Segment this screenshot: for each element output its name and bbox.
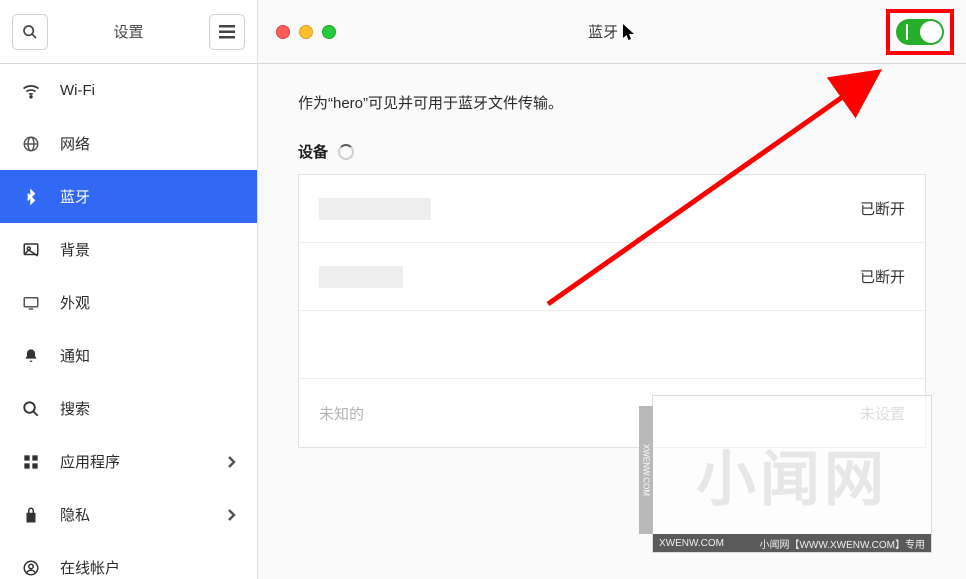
bluetooth-icon — [20, 186, 42, 208]
device-row[interactable]: 已断开 — [299, 175, 925, 243]
sidebar-item-applications[interactable]: 应用程序 — [0, 435, 257, 488]
devices-list: 已断开 已断开 未知的 未设置 — [298, 174, 926, 448]
chevron-right-icon — [227, 508, 237, 522]
device-row[interactable]: 已断开 — [299, 243, 925, 311]
sidebar-list: Wi-Fi 网络 蓝牙 背景 — [0, 64, 257, 579]
sidebar-item-label: 网络 — [60, 133, 237, 154]
device-name: 未知的 — [319, 403, 860, 424]
hamburger-icon — [219, 25, 235, 39]
devices-heading: 设备 — [298, 141, 926, 162]
device-name — [319, 198, 860, 220]
menu-button[interactable] — [209, 14, 245, 50]
main-panel: 蓝牙 作为“hero”可见并可用于蓝牙文件传输。 设备 — [257, 0, 966, 579]
sidebar-item-wifi[interactable]: Wi-Fi — [0, 64, 257, 117]
device-status: 已断开 — [860, 266, 905, 287]
search-icon — [22, 24, 38, 40]
device-status: 已断开 — [860, 198, 905, 219]
main-header: 蓝牙 — [258, 0, 966, 64]
app-root: 设置 Wi-Fi 网络 — [0, 0, 966, 579]
background-icon — [20, 239, 42, 261]
bell-icon — [20, 345, 42, 367]
window-controls — [276, 25, 336, 39]
sidebar-item-label: 应用程序 — [60, 451, 209, 472]
visibility-note: 作为“hero”可见并可用于蓝牙文件传输。 — [298, 92, 926, 113]
mouse-cursor-icon — [622, 23, 636, 41]
search-button[interactable] — [12, 14, 48, 50]
sidebar-item-label: 在线帐户 — [60, 557, 237, 578]
device-status: 未设置 — [860, 403, 905, 424]
appearance-icon — [20, 292, 42, 314]
sidebar-item-privacy[interactable]: 隐私 — [0, 488, 257, 541]
device-row[interactable]: 未知的 未设置 — [299, 379, 925, 447]
sidebar-item-label: 外观 — [60, 292, 237, 313]
sidebar-item-online-accounts[interactable]: 在线帐户 — [0, 541, 257, 579]
main-body: 作为“hero”可见并可用于蓝牙文件传输。 设备 已断开 已断开 — [258, 64, 966, 579]
annotation-highlight-box — [886, 9, 954, 55]
sidebar-item-background[interactable]: 背景 — [0, 223, 257, 276]
sidebar-item-bluetooth[interactable]: 蓝牙 — [0, 170, 257, 223]
search-icon — [20, 398, 42, 420]
network-icon — [20, 133, 42, 155]
loading-spinner-icon — [338, 144, 354, 160]
bluetooth-toggle[interactable] — [896, 19, 944, 45]
sidebar-title: 设置 — [58, 21, 199, 42]
wifi-icon — [20, 80, 42, 102]
sidebar-item-label: 搜索 — [60, 398, 237, 419]
sidebar-item-appearance[interactable]: 外观 — [0, 276, 257, 329]
sidebar-item-label: Wi-Fi — [60, 82, 237, 99]
sidebar-item-label: 通知 — [60, 345, 237, 366]
maximize-window-button[interactable] — [322, 25, 336, 39]
device-name — [319, 266, 860, 288]
sidebar-item-label: 背景 — [60, 239, 237, 260]
device-row[interactable] — [299, 311, 925, 379]
page-title: 蓝牙 — [588, 21, 636, 42]
sidebar-item-label: 蓝牙 — [60, 186, 237, 207]
sidebar-item-label: 隐私 — [60, 504, 209, 525]
chevron-right-icon — [227, 455, 237, 469]
close-window-button[interactable] — [276, 25, 290, 39]
sidebar-header: 设置 — [0, 0, 257, 64]
watermark-bar: XWENW.COM 小闻网【WWW.XWENW.COM】专用 — [653, 534, 931, 552]
sidebar-item-network[interactable]: 网络 — [0, 117, 257, 170]
apps-icon — [20, 451, 42, 473]
sidebar: 设置 Wi-Fi 网络 — [0, 0, 257, 579]
privacy-icon — [20, 504, 42, 526]
sidebar-item-notifications[interactable]: 通知 — [0, 329, 257, 382]
minimize-window-button[interactable] — [299, 25, 313, 39]
accounts-icon — [20, 557, 42, 579]
sidebar-item-search[interactable]: 搜索 — [0, 382, 257, 435]
